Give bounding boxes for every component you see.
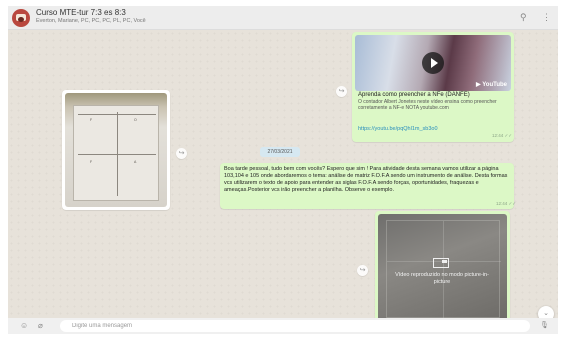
video-frame	[386, 220, 501, 318]
play-icon[interactable]	[422, 52, 444, 74]
youtube-logo: ▶ YouTube	[476, 82, 507, 88]
preview-title: Aprenda como preencher a NFe (DANFE)	[358, 92, 470, 98]
message-time: 12:44 ✓✓	[492, 133, 513, 138]
group-avatar[interactable]	[12, 9, 30, 27]
forward-icon[interactable]: ↪	[357, 265, 368, 276]
video-thumbnail[interactable]: ▶ YouTube	[355, 35, 511, 91]
whatsapp-window: Curso MTE-tur 7:3 es 8:3 Everton, Marian…	[8, 6, 558, 334]
message-composer: ☺ ⌀ 🎙	[8, 318, 558, 334]
group-title[interactable]: Curso MTE-tur 7:3 es 8:3	[36, 8, 126, 17]
message-text: Boa tarde pessoal, tudo bem com vocês? E…	[224, 166, 508, 193]
microphone-icon[interactable]: 🎙	[540, 321, 549, 331]
forward-icon[interactable]: ↪	[336, 86, 347, 97]
link-preview-message[interactable]: ▶ YouTube Aprenda como preencher a NFe (…	[352, 32, 514, 142]
preview-description: O contador Albert Jonetes neste vídeo en…	[358, 99, 497, 111]
video-message[interactable]: Vídeo reproduzido no modo picture-in-pic…	[375, 211, 510, 318]
menu-icon[interactable]: ⋮	[542, 11, 551, 23]
document-photo[interactable]: F O F A	[65, 93, 167, 207]
scroll-down-button[interactable]: ⌄	[538, 306, 554, 318]
fofa-worksheet: F O F A	[73, 105, 159, 201]
pip-status-text: Vídeo reproduzido no modo picture-in-pic…	[395, 272, 489, 285]
quadrant-label: F	[90, 160, 93, 164]
date-separator: 27/03/2021	[260, 147, 300, 157]
attach-icon[interactable]: ⌀	[38, 321, 43, 331]
group-members[interactable]: Everton, Mariane, PC, PC, PC, PL, PC, Vo…	[36, 18, 146, 24]
video-player[interactable]: Vídeo reproduzido no modo picture-in-pic…	[378, 214, 507, 318]
picture-in-picture-icon[interactable]	[433, 258, 449, 268]
message-input[interactable]	[60, 320, 530, 332]
forward-icon[interactable]: ↪	[176, 148, 187, 159]
quadrant-label: F	[90, 118, 93, 122]
quadrant-label: A	[134, 160, 137, 164]
preview-link[interactable]: https://youtu.be/pqQhl1m_sb3o0	[358, 126, 438, 132]
text-message[interactable]: Boa tarde pessoal, tudo bem com vocês? E…	[220, 163, 517, 209]
search-icon[interactable]: ⚲	[520, 11, 527, 23]
emoji-icon[interactable]: ☺	[20, 321, 28, 331]
message-time: 12:44 ✓✓	[496, 201, 517, 206]
chat-header[interactable]: Curso MTE-tur 7:3 es 8:3 Everton, Marian…	[8, 6, 558, 30]
photo-message[interactable]: F O F A	[62, 90, 170, 210]
quadrant-label: O	[134, 118, 137, 122]
chat-panel[interactable]: ▶ YouTube Aprenda como preencher a NFe (…	[8, 30, 558, 318]
